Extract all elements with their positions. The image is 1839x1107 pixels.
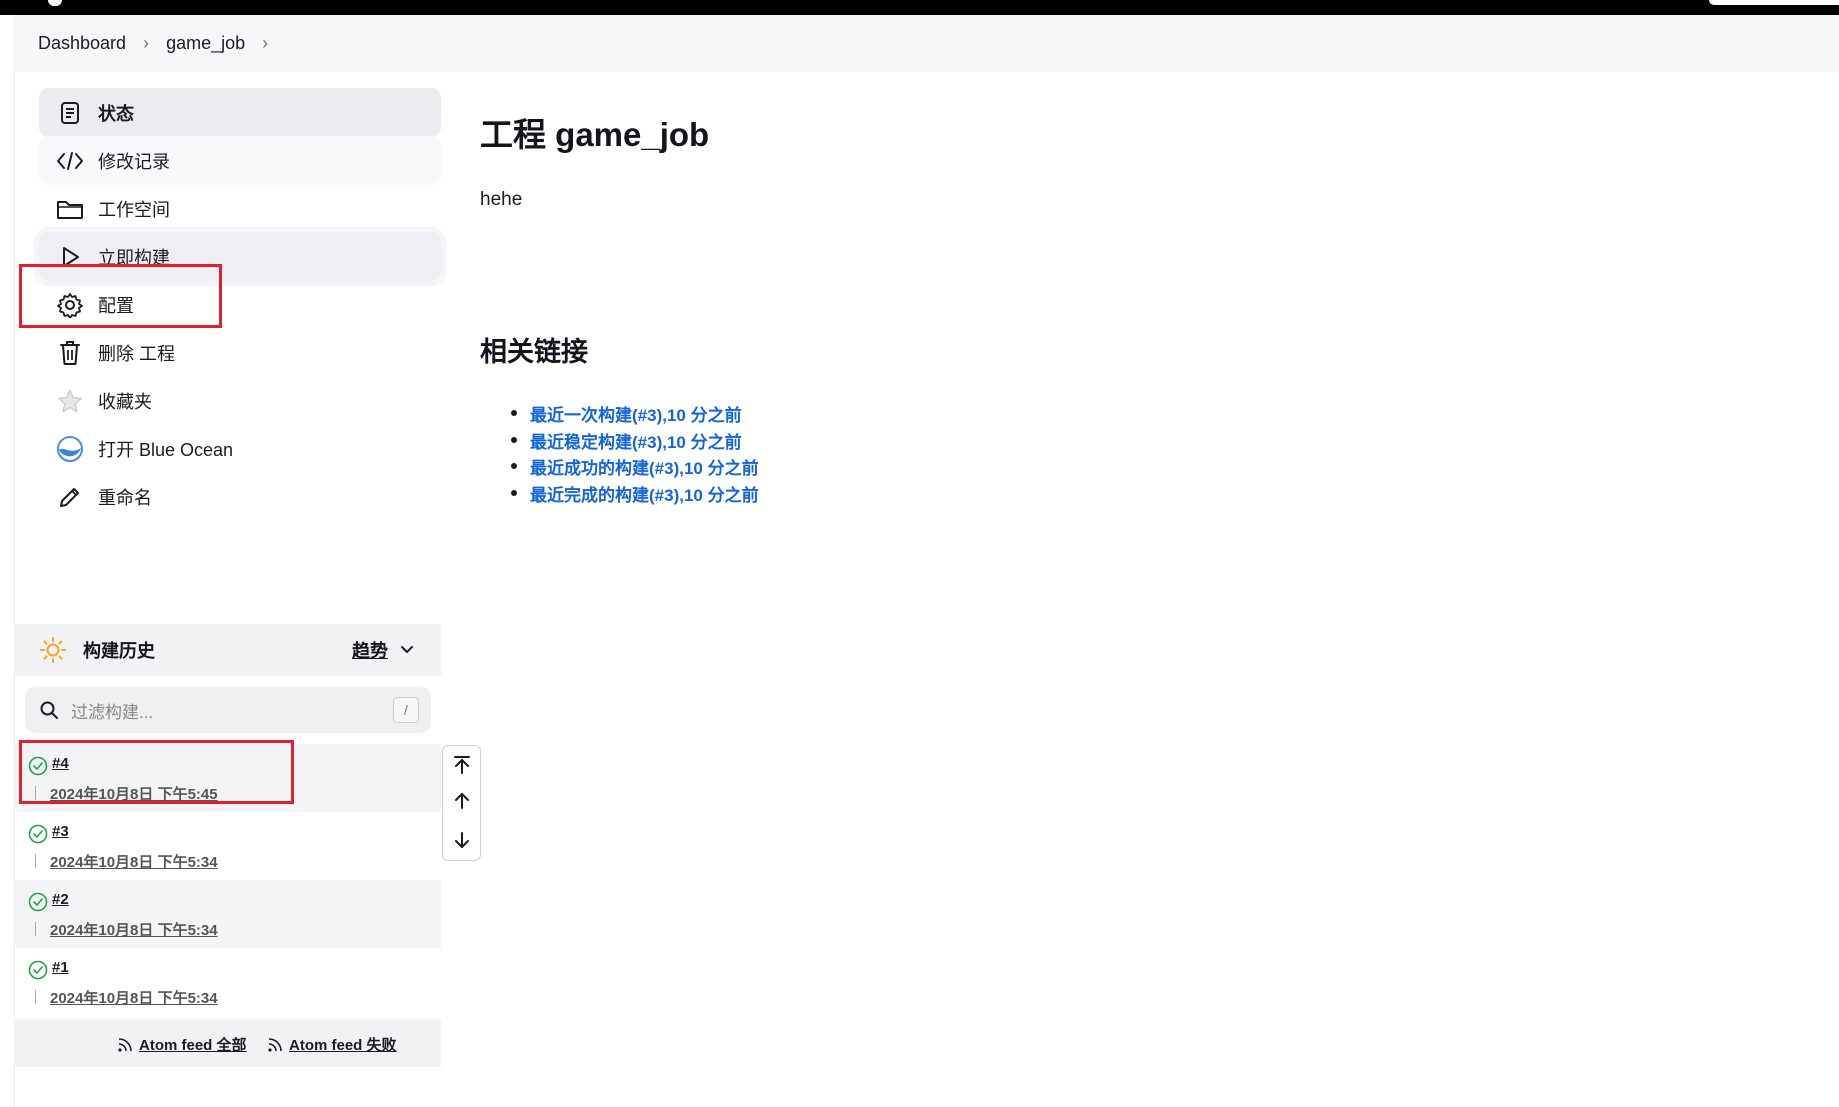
trash-icon <box>56 339 84 367</box>
top-header-bar <box>0 0 1839 15</box>
window-edge <box>0 15 15 1107</box>
build-number-link[interactable]: #3 <box>52 823 69 840</box>
rss-icon <box>267 1037 283 1053</box>
task-label: 工作空间 <box>98 199 170 220</box>
task-label: 状态 <box>98 103 134 124</box>
chevron-down-icon[interactable] <box>400 645 414 655</box>
breadcrumb: Dashboard › game_job › <box>15 15 1839 72</box>
last-build-link[interactable]: 最近一次构建(#3),10 分之前 <box>530 401 742 426</box>
build-number-link[interactable]: #2 <box>52 891 69 908</box>
highlight-box-build-4 <box>19 740 294 804</box>
build-history-title: 构建历史 <box>83 641 155 661</box>
atom-feed-bar: Atom feed 全部 Atom feed 失败 <box>15 1019 441 1067</box>
bullet <box>511 489 517 496</box>
task-label: 收藏夹 <box>98 391 152 412</box>
scroll-top-icon[interactable] <box>451 754 473 776</box>
breadcrumb-game-job[interactable]: game_job <box>166 33 245 54</box>
scroll-up-icon[interactable] <box>451 790 473 812</box>
task-status[interactable]: 状态 <box>39 88 441 137</box>
build-time-link[interactable]: 2024年10月8日 下午5:34 <box>50 919 218 940</box>
last-successful-build-link[interactable]: 最近成功的构建(#3),10 分之前 <box>530 454 759 479</box>
build-row[interactable]: #2 2024年10月8日 下午5:34 <box>15 880 441 948</box>
task-label: 修改记录 <box>98 151 170 172</box>
blue-ocean-icon <box>56 435 84 463</box>
breadcrumb-dashboard[interactable]: Dashboard <box>38 33 126 54</box>
search-icon <box>39 700 59 720</box>
bullet <box>511 436 517 443</box>
page-title: 工程 game_job <box>480 116 710 153</box>
build-time-link[interactable]: 2024年10月8日 下午5:34 <box>50 987 218 1008</box>
status-document-icon <box>56 99 84 127</box>
build-number-link[interactable]: #1 <box>52 959 69 976</box>
timeline-bar <box>35 854 36 868</box>
chevron-right-icon[interactable]: › <box>262 33 268 54</box>
task-favorite[interactable]: 收藏夹 <box>39 376 441 425</box>
build-history-header: 构建历史 趋势 <box>15 624 441 676</box>
rss-icon <box>117 1037 133 1053</box>
task-label: 删除 工程 <box>98 343 176 364</box>
trend-label[interactable]: 趋势 <box>352 637 388 663</box>
history-scroll-controls <box>442 745 481 861</box>
filter-placeholder: 过滤构建... <box>71 702 154 722</box>
star-icon <box>56 387 84 415</box>
atom-feed-failed-label[interactable]: Atom feed 失败 <box>289 1034 397 1055</box>
pencil-icon <box>56 483 84 511</box>
code-icon <box>56 147 84 175</box>
header-search-box[interactable] <box>1709 0 1839 5</box>
task-label: 打开 Blue Ocean <box>98 439 234 460</box>
jenkins-logo[interactable] <box>48 0 62 6</box>
folder-icon <box>56 195 84 223</box>
last-completed-build-link[interactable]: 最近完成的构建(#3),10 分之前 <box>530 481 759 506</box>
filter-builds-input[interactable]: 过滤构建... / <box>25 687 431 733</box>
keyboard-shortcut-badge: / <box>393 697 419 723</box>
timeline-bar <box>35 990 36 1004</box>
task-open-blue-ocean[interactable]: 打开 Blue Ocean <box>39 424 441 473</box>
bullet <box>511 410 517 416</box>
chevron-right-icon[interactable]: › <box>143 33 149 54</box>
timeline-bar <box>35 922 36 936</box>
last-stable-build-link[interactable]: 最近稳定构建(#3),10 分之前 <box>530 428 742 453</box>
trend-link[interactable]: 趋势 <box>352 624 414 676</box>
success-check-icon <box>28 892 48 917</box>
related-links-heading: 相关链接 <box>480 337 588 367</box>
build-row[interactable]: #1 2024年10月8日 下午5:34 <box>15 948 441 1016</box>
task-delete-project[interactable]: 删除 工程 <box>39 328 441 377</box>
highlight-box-build-now <box>19 264 222 328</box>
project-description: hehe <box>480 189 523 210</box>
build-row[interactable]: #3 2024年10月8日 下午5:34 <box>15 812 441 880</box>
atom-feed-all-link[interactable]: Atom feed 全部 <box>117 1034 247 1055</box>
task-rename[interactable]: 重命名 <box>39 472 441 521</box>
success-check-icon <box>28 824 48 849</box>
task-workspace[interactable]: 工作空间 <box>39 184 441 233</box>
task-changes[interactable]: 修改记录 <box>39 136 441 185</box>
atom-feed-failed-link[interactable]: Atom feed 失败 <box>267 1034 397 1055</box>
task-label: 重命名 <box>98 487 152 508</box>
scroll-down-icon[interactable] <box>451 829 473 851</box>
sun-icon <box>39 636 67 664</box>
build-time-link[interactable]: 2024年10月8日 下午5:34 <box>50 851 218 872</box>
bullet <box>511 463 517 469</box>
success-check-icon <box>28 960 48 985</box>
atom-feed-all-label[interactable]: Atom feed 全部 <box>139 1034 247 1055</box>
